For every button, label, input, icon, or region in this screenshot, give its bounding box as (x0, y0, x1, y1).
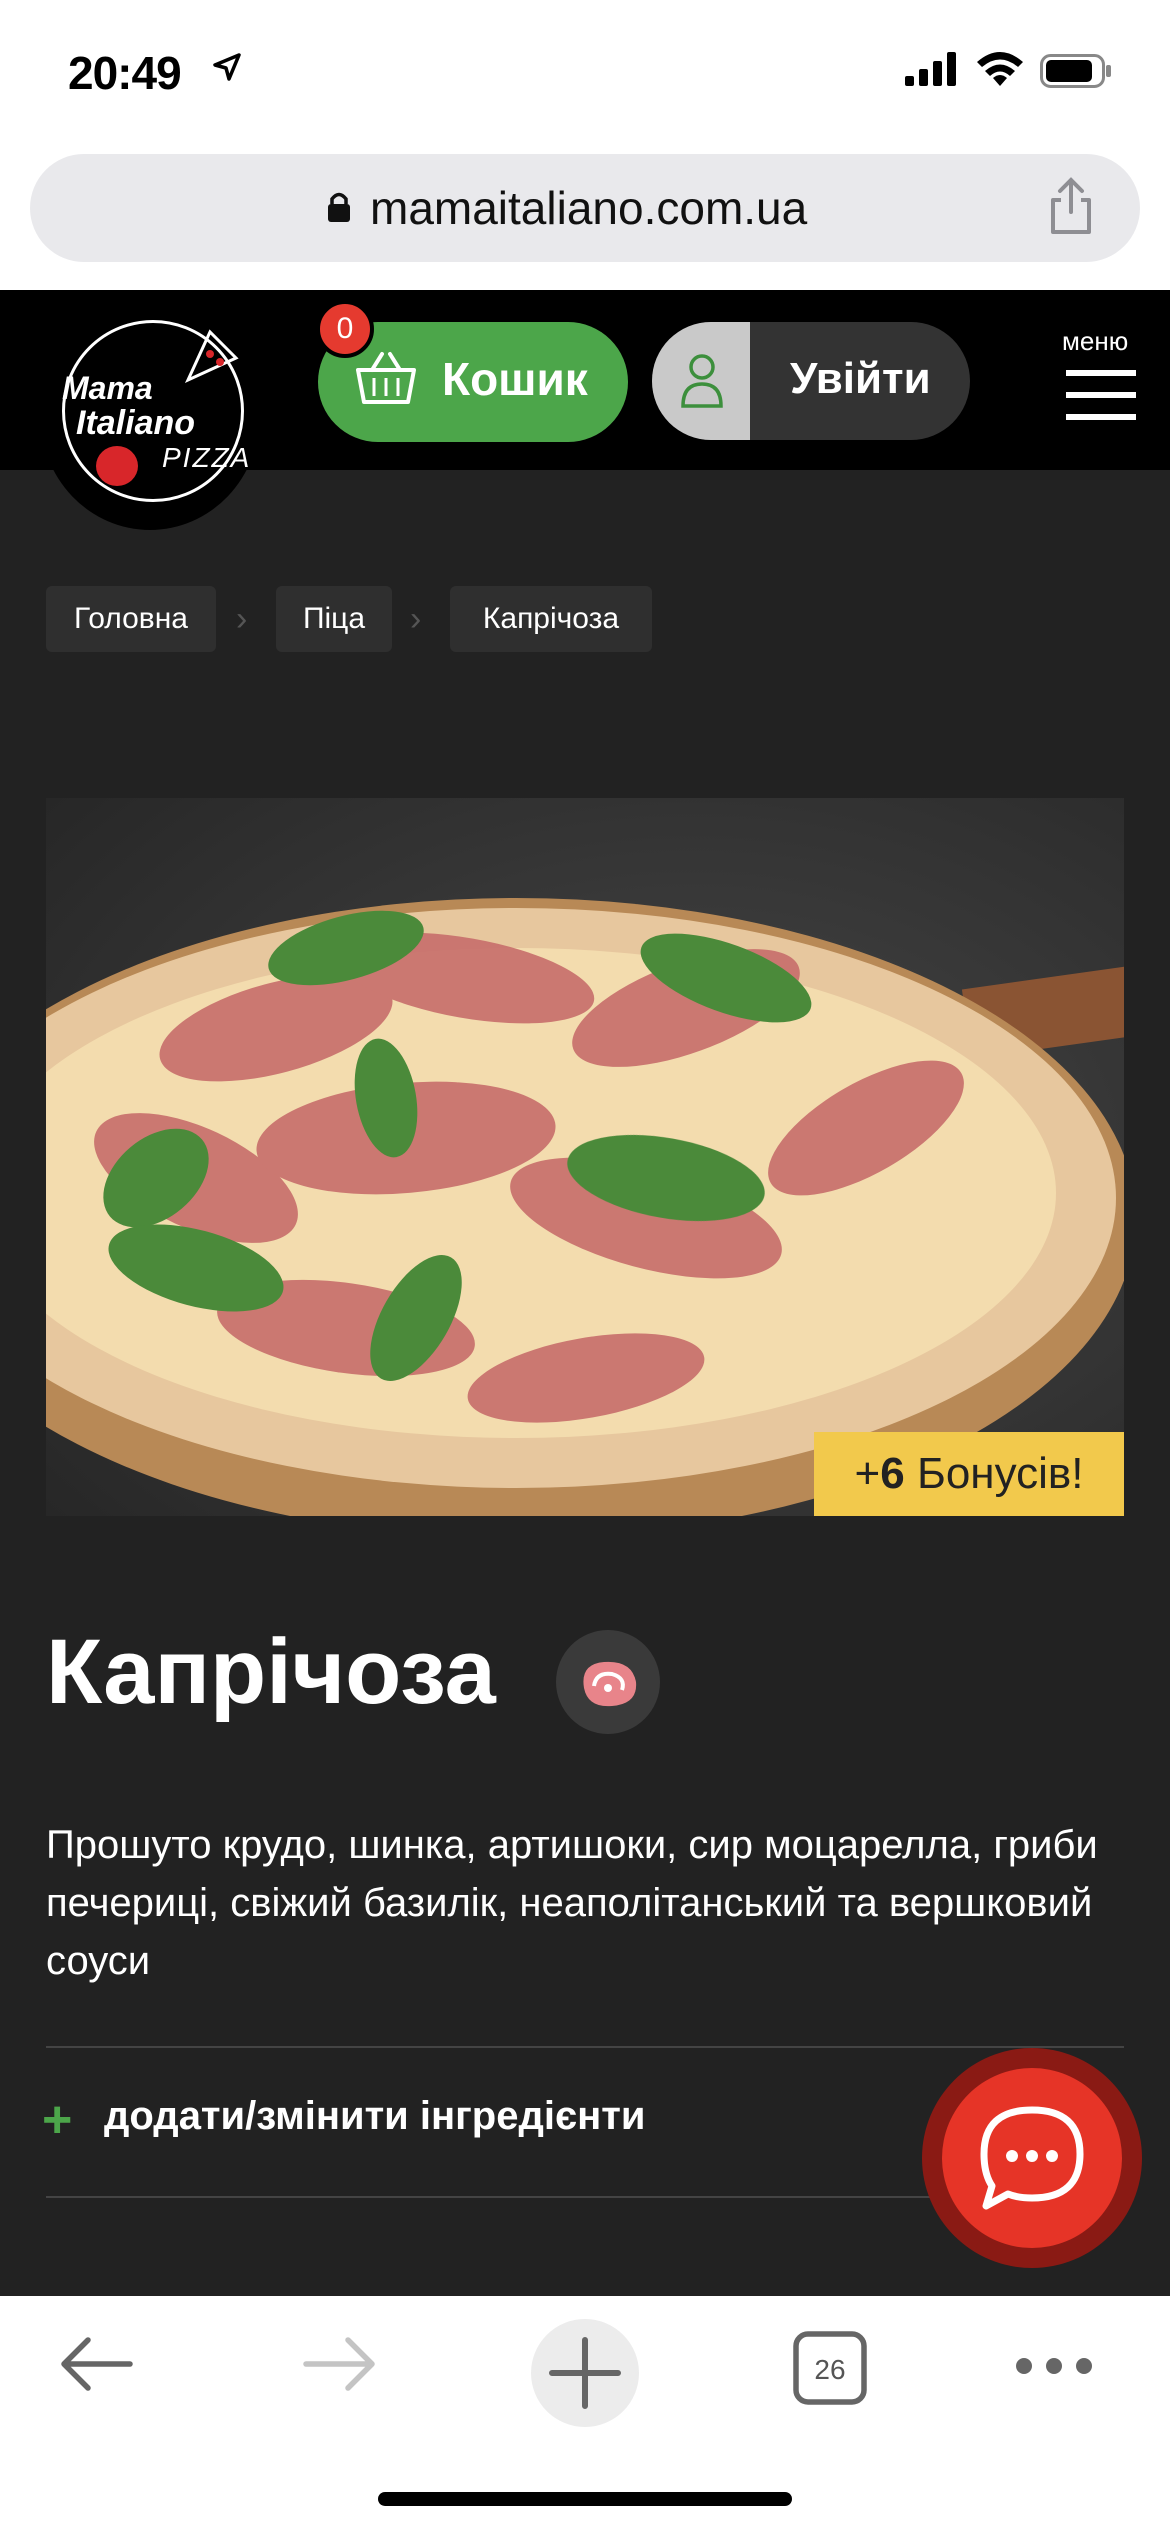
bonus-label: Бонусів! (916, 1449, 1084, 1498)
pizza-slice-icon (180, 328, 240, 393)
chat-bubble-icon (980, 2106, 1084, 2210)
wifi-icon (975, 50, 1025, 93)
menu-label: меню (1062, 326, 1129, 356)
product-description: Прошуто крудо, шинка, артишоки, сир моца… (46, 1823, 1098, 1983)
bonus-badge: +6 Бонусів! (814, 1432, 1124, 1516)
bonus-value: 6 (880, 1449, 905, 1498)
browser-address-area: mamaitaliano.com.ua (0, 150, 1170, 290)
address-bar[interactable]: mamaitaliano.com.ua (30, 154, 1140, 262)
product-image (46, 798, 1124, 1516)
back-arrow-icon[interactable] (58, 2332, 134, 2401)
breadcrumb-chevron-icon: › (410, 600, 422, 638)
logo-text-pizza: PIZZA (162, 442, 252, 473)
tomato-icon (96, 446, 138, 486)
logo-text-italiano: Italiano (76, 404, 196, 442)
meat-icon (556, 1630, 660, 1734)
menu-button[interactable]: меню (1060, 326, 1140, 426)
tabs-icon[interactable]: 26 (792, 2330, 868, 2411)
new-tab-plus-icon[interactable] (530, 2318, 640, 2433)
cart-label: Кошик (442, 353, 588, 405)
login-label: Увійти (790, 354, 931, 403)
battery-icon (1040, 54, 1112, 93)
ingredients-toggle-label: додати/змінити інгредієнти (104, 2094, 646, 2138)
more-dots-icon[interactable] (1012, 2354, 1096, 2383)
logo-text-mama: Mama (62, 370, 153, 406)
user-avatar (652, 322, 750, 440)
basket-icon (354, 350, 418, 415)
hamburger-line (1066, 392, 1136, 398)
hamburger-line (1066, 414, 1136, 420)
lock-icon (326, 190, 352, 229)
cart-count-badge: 0 (316, 300, 374, 358)
breadcrumb-home[interactable]: Головна (46, 586, 216, 652)
product-title: Капрічоза (46, 1621, 496, 1723)
user-icon (681, 354, 723, 408)
breadcrumb-chevron-icon: › (236, 600, 248, 638)
breadcrumb-current: Капрічоза (450, 586, 652, 652)
url-text: mamaitaliano.com.ua (370, 182, 808, 234)
plus-icon: + (42, 2091, 73, 2149)
login-button[interactable]: Увійти (652, 322, 970, 440)
divider (46, 2046, 1124, 2048)
forward-arrow-icon[interactable] (302, 2332, 378, 2401)
tab-count: 26 (814, 2354, 845, 2385)
hamburger-line (1066, 370, 1136, 376)
home-indicator (378, 2492, 792, 2506)
site-logo[interactable]: Mama Italiano PIZZA (40, 300, 260, 530)
bonus-prefix: + (854, 1449, 881, 1498)
cellular-signal-icon (905, 52, 957, 91)
chat-button[interactable] (922, 2048, 1142, 2268)
location-arrow-icon (212, 52, 242, 87)
status-time: 20:49 (68, 47, 182, 99)
status-bar: 20:49 (0, 0, 1170, 150)
share-icon[interactable] (1046, 176, 1096, 241)
breadcrumb-pizza[interactable]: Піца (276, 586, 392, 652)
